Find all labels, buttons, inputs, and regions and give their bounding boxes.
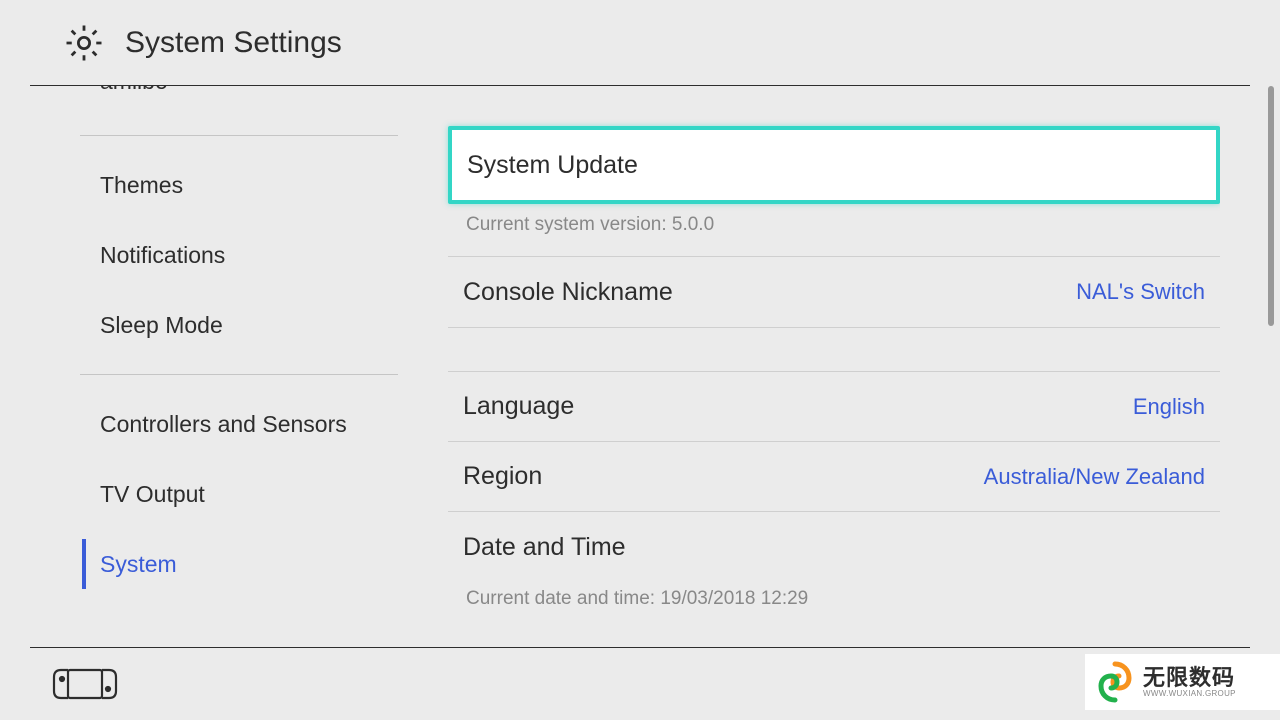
page-title: System Settings bbox=[125, 26, 342, 60]
watermark-en: WWW.WUXIAN.GROUP bbox=[1143, 690, 1236, 699]
row-value: NAL's Switch bbox=[1076, 279, 1205, 305]
sidebar-item-label: amiibo bbox=[100, 86, 168, 95]
sidebar-item-label: TV Output bbox=[100, 481, 205, 508]
sidebar-divider bbox=[80, 135, 398, 136]
row-label: Console Nickname bbox=[463, 278, 673, 307]
row-region[interactable]: Region Australia/New Zealand bbox=[448, 442, 1220, 512]
sidebar-item-tv-output[interactable]: TV Output bbox=[30, 459, 398, 529]
scrollbar-thumb[interactable] bbox=[1268, 86, 1274, 326]
row-label: System Update bbox=[467, 151, 638, 180]
watermark: 无限数码 WWW.WUXIAN.GROUP bbox=[1085, 654, 1280, 710]
sidebar-item-label: Sleep Mode bbox=[100, 312, 223, 339]
datetime-subtext: Current date and time: 19/03/2018 12:29 bbox=[448, 582, 1220, 630]
system-version-text: Current system version: 5.0.0 bbox=[448, 204, 1220, 256]
sidebar-item-controllers[interactable]: Controllers and Sensors bbox=[30, 389, 398, 459]
sidebar-divider bbox=[80, 374, 398, 375]
row-date-time[interactable]: Date and Time bbox=[448, 512, 1220, 582]
controller-icon bbox=[50, 666, 120, 702]
row-system-update[interactable]: System Update bbox=[448, 126, 1220, 204]
row-value: English bbox=[1133, 394, 1205, 420]
sidebar-item-label: Notifications bbox=[100, 242, 225, 269]
row-label: Date and Time bbox=[463, 533, 626, 562]
watermark-logo-icon bbox=[1093, 660, 1137, 704]
scrollbar[interactable] bbox=[1268, 86, 1274, 648]
sidebar-item-amiibo[interactable]: amiibo bbox=[30, 86, 398, 121]
section-gap bbox=[448, 328, 1220, 372]
row-console-nickname[interactable]: Console Nickname NAL's Switch bbox=[448, 257, 1220, 327]
sidebar: amiibo Themes Notifications Sleep Mode C… bbox=[30, 86, 398, 648]
sidebar-item-label: Themes bbox=[100, 172, 183, 199]
main-panel: System Update Current system version: 5.… bbox=[398, 86, 1250, 648]
sidebar-item-notifications[interactable]: Notifications bbox=[30, 220, 398, 290]
row-label: Region bbox=[463, 462, 542, 491]
sidebar-item-themes[interactable]: Themes bbox=[30, 150, 398, 220]
watermark-cn: 无限数码 bbox=[1143, 666, 1236, 690]
sidebar-item-label: System bbox=[100, 551, 177, 578]
row-value: Australia/New Zealand bbox=[984, 464, 1205, 490]
sidebar-item-system[interactable]: System bbox=[30, 529, 398, 599]
sidebar-item-sleep-mode[interactable]: Sleep Mode bbox=[30, 290, 398, 360]
gear-icon bbox=[63, 22, 105, 64]
row-language[interactable]: Language English bbox=[448, 372, 1220, 442]
sidebar-item-label: Controllers and Sensors bbox=[100, 411, 347, 438]
row-label: Language bbox=[463, 392, 574, 421]
